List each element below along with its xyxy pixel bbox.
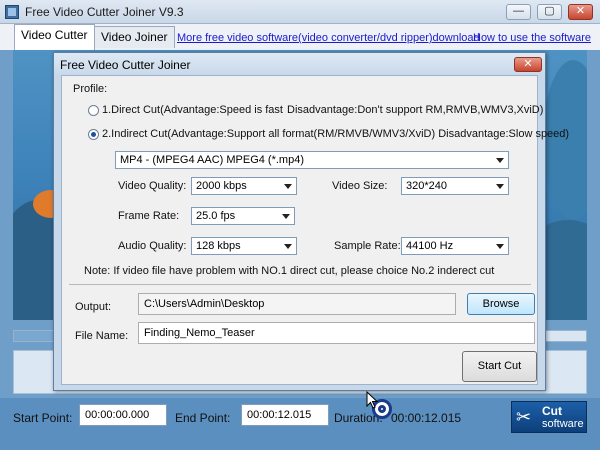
cut-software-logo[interactable]: ✂ Cut software	[511, 401, 587, 433]
chevron-down-icon	[496, 244, 504, 249]
how-to-use-link[interactable]: How to use the software	[473, 32, 591, 44]
dialog-title: Free Video Cutter Joiner	[60, 58, 191, 72]
end-point-label: End Point:	[175, 411, 231, 425]
end-point-field[interactable]: 00:00:12.015	[241, 404, 329, 426]
cut-mode-note: Note: If video file have problem with NO…	[84, 265, 495, 277]
output-label: Output:	[75, 301, 112, 313]
dialog-close-button[interactable]: ✕	[514, 57, 542, 72]
indirect-cut-radio[interactable]	[88, 129, 99, 140]
audio-quality-select[interactable]: 128 kbps	[191, 237, 297, 255]
indirect-cut-label[interactable]: 2.Indirect Cut(Advantage:Support all for…	[102, 128, 569, 140]
audio-quality-label: Audio Quality:	[118, 240, 187, 252]
output-path-field[interactable]: C:\Users\Admin\Desktop	[138, 293, 456, 315]
dialog-titlebar: Free Video Cutter Joiner ✕	[54, 53, 545, 75]
divider	[69, 284, 531, 285]
audio-quality-value: 128 kbps	[196, 240, 241, 252]
mouse-cursor-icon	[366, 391, 378, 409]
chevron-down-icon	[496, 158, 504, 163]
tab-video-joiner[interactable]: Video Joiner	[94, 26, 175, 48]
sample-rate-select[interactable]: 44100 Hz	[401, 237, 509, 255]
frame-rate-value: 25.0 fps	[196, 210, 236, 222]
scissors-icon: ✂	[516, 407, 532, 427]
browse-button[interactable]: Browse	[467, 293, 535, 315]
video-size-label: Video Size:	[332, 180, 388, 192]
video-size-select[interactable]: 320*240	[401, 177, 509, 195]
chevron-down-icon	[284, 244, 292, 249]
app-title: Free Video Cutter Joiner V9.3	[25, 5, 184, 19]
video-quality-label: Video Quality:	[118, 180, 187, 192]
chevron-down-icon	[284, 184, 292, 189]
chevron-down-icon	[282, 214, 290, 219]
maximize-button[interactable]: ▢	[537, 4, 562, 20]
direct-cut-radio[interactable]	[88, 105, 99, 116]
cut-settings-dialog: Free Video Cutter Joiner ✕ Profile: 1.Di…	[53, 52, 569, 391]
sample-rate-label: Sample Rate:	[334, 240, 401, 252]
app-titlebar: Free Video Cutter Joiner V9.3 — ▢ ✕	[0, 0, 600, 24]
start-cut-button[interactable]: Start Cut	[462, 351, 537, 382]
sample-rate-value: 44100 Hz	[406, 240, 454, 252]
app-icon	[5, 5, 19, 19]
close-button[interactable]: ✕	[568, 4, 593, 20]
video-quality-value: 2000 kbps	[196, 180, 247, 192]
frame-rate-label: Frame Rate:	[118, 210, 180, 222]
more-software-link[interactable]: More free video software(video converter…	[177, 32, 480, 44]
file-name-label: File Name:	[75, 330, 129, 342]
video-size-value: 320*240	[406, 180, 447, 192]
chevron-down-icon	[496, 184, 504, 189]
format-select[interactable]: MP4 - (MPEG4 AAC) MPEG4 (*.mp4)	[115, 151, 509, 169]
format-select-value: MP4 - (MPEG4 AAC) MPEG4 (*.mp4)	[120, 154, 304, 166]
profile-label: Profile:	[73, 83, 108, 95]
start-point-field[interactable]: 00:00:00.000	[79, 404, 167, 426]
frame-rate-select[interactable]: 25.0 fps	[191, 207, 295, 225]
video-quality-select[interactable]: 2000 kbps	[191, 177, 297, 195]
seek-bar-fill	[14, 331, 54, 341]
duration-value: 00:00:12.015	[391, 411, 462, 425]
minimize-button[interactable]: —	[506, 4, 531, 20]
logo-line1: Cut	[542, 404, 562, 418]
dialog-body: Profile: 1.Direct Cut(Advantage:Speed is…	[61, 75, 569, 385]
direct-cut-label[interactable]: 1.Direct Cut(Advantage:Speed is fast	[102, 104, 283, 116]
file-name-field[interactable]: Finding_Nemo_Teaser	[138, 322, 535, 344]
direct-cut-disadvantage: Disadvantage:Don't support RM,RMVB,WMV3,…	[287, 104, 544, 116]
start-point-label: Start Point:	[13, 411, 73, 425]
logo-line2: software	[542, 418, 584, 430]
tabs-bar: Video Cutter Video Joiner More free vide…	[0, 24, 600, 50]
tab-video-cutter[interactable]: Video Cutter	[14, 24, 95, 50]
